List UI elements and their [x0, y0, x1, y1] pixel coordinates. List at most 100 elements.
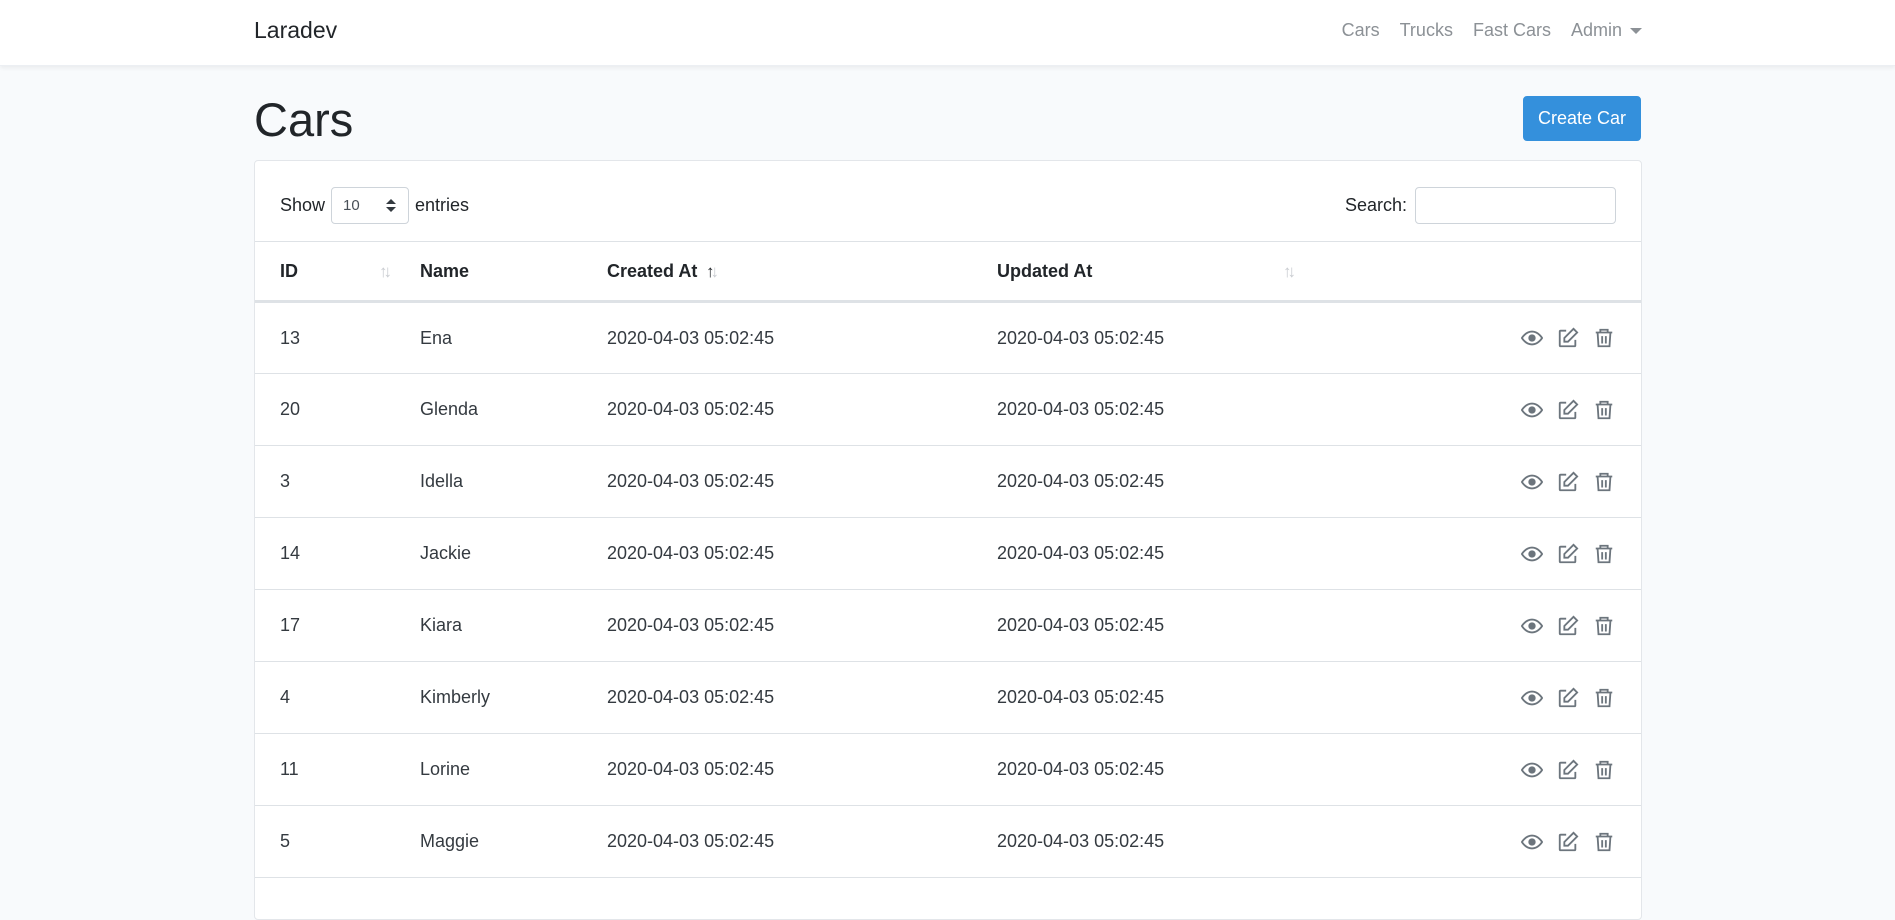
table-row: 14 Jackie 2020-04-03 05:02:45 2020-04-03… — [255, 517, 1641, 590]
edit-icon[interactable] — [1557, 399, 1579, 421]
cell-id: 4 — [255, 661, 395, 734]
show-label: Show — [280, 195, 326, 215]
trash-icon[interactable] — [1593, 543, 1615, 565]
search-label: Search: — [1344, 195, 1407, 215]
edit-icon[interactable] — [1557, 471, 1579, 493]
cell-id: 11 — [255, 733, 395, 806]
cell-updated-at: 2020-04-03 05:02:45 — [972, 301, 1362, 374]
cell-actions — [1362, 517, 1641, 590]
trash-icon[interactable] — [1593, 327, 1615, 349]
cell-actions — [1362, 301, 1641, 374]
edit-icon[interactable] — [1557, 831, 1579, 853]
eye-icon[interactable] — [1520, 327, 1544, 349]
cell-created-at: 2020-04-03 05:02:45 — [582, 805, 972, 878]
cell-actions — [1362, 373, 1641, 446]
cell-id: 3 — [255, 445, 395, 518]
table-row: 3 Idella 2020-04-03 05:02:45 2020-04-03 … — [255, 445, 1641, 518]
cell-updated-at: 2020-04-03 05:02:45 — [972, 373, 1362, 446]
edit-icon[interactable] — [1557, 615, 1579, 637]
table-row: 5 Maggie 2020-04-03 05:02:45 2020-04-03 … — [255, 805, 1641, 878]
create-car-button[interactable]: Create Car — [1523, 96, 1641, 141]
cell-created-at: 2020-04-03 05:02:45 — [582, 589, 972, 662]
cell-actions — [1362, 445, 1641, 518]
eye-icon[interactable] — [1520, 759, 1544, 781]
cell-name: Idella — [395, 445, 582, 518]
trash-icon[interactable] — [1593, 759, 1615, 781]
cell-id: 17 — [255, 589, 395, 662]
column-header-created-at-label: Created At — [607, 260, 698, 281]
eye-icon[interactable] — [1520, 615, 1544, 637]
cell-updated-at: 2020-04-03 05:02:45 — [972, 733, 1362, 806]
cell-name: Ena — [395, 301, 582, 374]
caret-down-icon — [1630, 28, 1642, 35]
cell-actions — [1362, 733, 1641, 806]
entries-select-value: 10 — [343, 197, 360, 214]
cars-table: ID ↑↓ Name↑↓ Created At↑↓ Updated At↑↓ 13… — [255, 241, 1641, 878]
table-row: 13 Ena 2020-04-03 05:02:45 2020-04-03 05… — [255, 301, 1641, 374]
cell-id: 5 — [255, 805, 395, 878]
edit-icon[interactable] — [1557, 543, 1579, 565]
cell-created-at: 2020-04-03 05:02:45 — [582, 517, 972, 590]
table-row: 20 Glenda 2020-04-03 05:02:45 2020-04-03… — [255, 373, 1641, 446]
nav-link-cars[interactable]: Cars — [1342, 20, 1380, 41]
cell-created-at: 2020-04-03 05:02:45 — [582, 733, 972, 806]
column-header-updated-at[interactable]: Updated At↑↓ — [972, 241, 1362, 303]
eye-icon[interactable] — [1520, 399, 1544, 421]
table-header-row: ID ↑↓ Name↑↓ Created At↑↓ Updated At↑↓ — [255, 241, 1641, 303]
cell-created-at: 2020-04-03 05:02:45 — [582, 661, 972, 734]
cell-updated-at: 2020-04-03 05:02:45 — [972, 805, 1362, 878]
search-input[interactable] — [1415, 187, 1616, 224]
cell-name: Kiara — [395, 589, 582, 662]
navbar: Laradev Cars Trucks Fast Cars Admin — [0, 0, 1895, 66]
cell-updated-at: 2020-04-03 05:02:45 — [972, 661, 1362, 734]
column-header-id-label: ID — [280, 260, 298, 281]
column-header-id[interactable]: ID ↑↓ — [255, 241, 395, 303]
cell-name: Glenda — [395, 373, 582, 446]
edit-icon[interactable] — [1557, 687, 1579, 709]
cell-actions — [1362, 589, 1641, 662]
trash-icon[interactable] — [1593, 615, 1615, 637]
entries-select[interactable]: 10 — [331, 187, 410, 224]
trash-icon[interactable] — [1593, 399, 1615, 421]
eye-icon[interactable] — [1520, 831, 1544, 853]
trash-icon[interactable] — [1593, 687, 1615, 709]
trash-icon[interactable] — [1593, 471, 1615, 493]
cars-table-card: Show 10 entries Search: ID ↑↓ Name ↑↓ Crea… — [254, 160, 1642, 920]
cell-id: 20 — [255, 373, 395, 446]
admin-dropdown[interactable]: Admin — [1571, 20, 1642, 41]
search-control: Search: — [1345, 187, 1616, 224]
table-body: 13 Ena 2020-04-03 05:02:45 2020-04-03 05… — [255, 301, 1641, 878]
column-header-created-at[interactable]: Created At ↑↓ — [582, 241, 1296, 303]
cell-name: Maggie — [395, 805, 582, 878]
column-header-name-label: Name — [420, 260, 470, 281]
page-title: Cars — [254, 93, 354, 146]
cell-created-at: 2020-04-03 05:02:45 — [582, 301, 972, 374]
brand-logo[interactable]: Laradev — [254, 17, 337, 44]
eye-icon[interactable] — [1520, 687, 1544, 709]
cell-id: 13 — [255, 301, 395, 374]
eye-icon[interactable] — [1520, 543, 1544, 565]
cell-name: Kimberly — [395, 661, 582, 734]
column-header-updated-at-label: Updated At — [997, 260, 1093, 281]
column-header-actions — [1362, 241, 1641, 303]
cell-updated-at: 2020-04-03 05:02:45 — [972, 589, 1362, 662]
eye-icon[interactable] — [1520, 471, 1544, 493]
table-row: 4 Kimberly 2020-04-03 05:02:45 2020-04-0… — [255, 661, 1641, 734]
cell-created-at: 2020-04-03 05:02:45 — [582, 373, 972, 446]
table-row: 11 Lorine 2020-04-03 05:02:45 2020-04-03… — [255, 733, 1641, 806]
admin-dropdown-label: Admin — [1570, 20, 1622, 40]
cell-updated-at: 2020-04-03 05:02:45 — [972, 517, 1362, 590]
nav-link-fast-cars[interactable]: Fast Cars — [1473, 20, 1551, 41]
edit-icon[interactable] — [1557, 327, 1579, 349]
trash-icon[interactable] — [1593, 831, 1615, 853]
sort-icon: ↑↓ — [379, 262, 392, 281]
nav-link-trucks[interactable]: Trucks — [1400, 20, 1453, 41]
cell-actions — [1362, 661, 1641, 734]
length-control: Show 10 entries — [280, 187, 469, 224]
entries-label: entries — [415, 195, 470, 215]
column-header-name[interactable]: Name ↑↓ — [395, 241, 719, 303]
select-arrows-icon — [386, 199, 397, 213]
table-row: 17 Kiara 2020-04-03 05:02:45 2020-04-03 … — [255, 589, 1641, 662]
cell-name: Lorine — [395, 733, 582, 806]
edit-icon[interactable] — [1557, 759, 1579, 781]
